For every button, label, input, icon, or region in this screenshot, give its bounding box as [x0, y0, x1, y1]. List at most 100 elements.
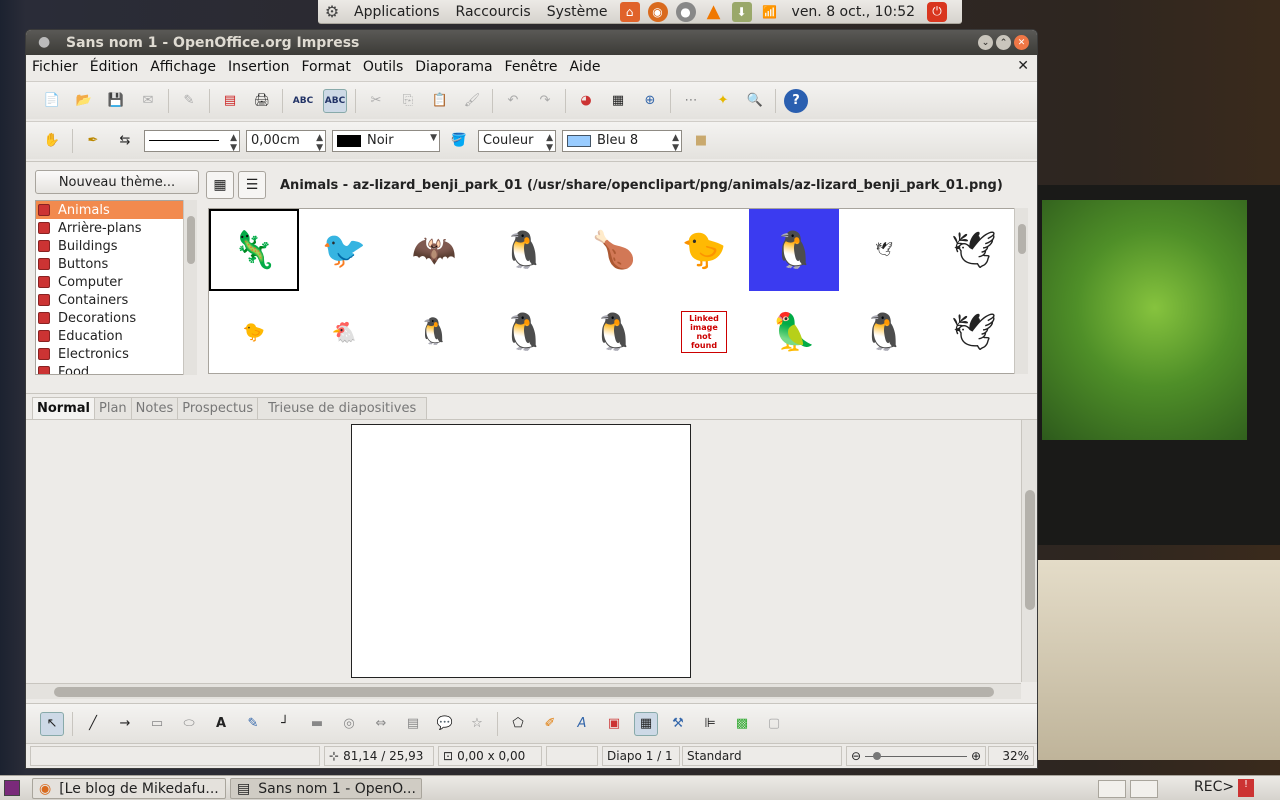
paste-icon[interactable]: 📋 — [428, 89, 452, 113]
theme-item-decorations[interactable]: Decorations — [36, 309, 196, 327]
detail-view-button[interactable]: ☰ — [238, 171, 266, 199]
tab-notes[interactable]: Notes — [130, 397, 179, 419]
align-icon[interactable]: ⊫ — [698, 712, 722, 736]
slide-canvas[interactable] — [351, 424, 691, 678]
thumb-penguin-blue[interactable]: 🐧 — [749, 209, 839, 291]
callouts-icon[interactable]: 💬 — [433, 712, 457, 736]
thumb-tux-small[interactable]: 🐧 — [389, 291, 479, 373]
cut-icon[interactable]: ✂ — [364, 89, 388, 113]
zoom-icon[interactable]: 🔍 — [743, 89, 767, 113]
help-icon[interactable]: ? — [784, 88, 808, 113]
undo-icon[interactable]: ↶ — [501, 89, 525, 113]
line-tool-icon[interactable]: ╱ — [81, 712, 105, 736]
flowchart-icon[interactable]: ▤ — [401, 712, 425, 736]
close-document-icon[interactable]: ✕ — [1017, 58, 1029, 74]
theme-item-containers[interactable]: Containers — [36, 291, 196, 309]
effects-icon[interactable]: ⚒ — [666, 712, 690, 736]
rec-label[interactable]: REC> — [1194, 779, 1234, 795]
area-icon[interactable]: 🪣 — [447, 129, 471, 153]
menu-fichier[interactable]: Fichier — [26, 59, 84, 75]
curve-icon[interactable]: ✎ — [241, 712, 265, 736]
menu-diaporama[interactable]: Diaporama — [409, 59, 498, 75]
theme-item-buttons[interactable]: Buttons — [36, 255, 196, 273]
gallery-scrollbar[interactable] — [1014, 208, 1028, 374]
wifi-icon[interactable]: 📶 — [760, 2, 780, 22]
thumb-cormorant[interactable]: 🐦 — [299, 209, 389, 291]
ellipse-icon[interactable]: ⬭ — [177, 712, 201, 736]
redo-icon[interactable]: ↷ — [533, 89, 557, 113]
horizontal-scrollbar[interactable] — [26, 683, 1021, 699]
zoom-in-icon[interactable]: ⊕ — [971, 749, 981, 763]
thumb-puffin[interactable]: 🐧 — [479, 209, 569, 291]
fontwork-icon[interactable]: A — [570, 712, 594, 736]
new-theme-button[interactable]: Nouveau thème... — [35, 170, 199, 194]
workspace-1[interactable] — [1098, 780, 1126, 798]
tab-plan[interactable]: Plan — [94, 397, 132, 419]
menu-fenetre[interactable]: Fenêtre — [499, 59, 564, 75]
panel-clock[interactable]: ven. 8 oct., 10:52 — [784, 4, 923, 20]
rectangle-icon[interactable]: ▭ — [145, 712, 169, 736]
symbol-shapes-icon[interactable]: ◎ — [337, 712, 361, 736]
line-icon[interactable]: ✒ — [81, 129, 105, 153]
thumb-hen[interactable]: 🐔 — [299, 291, 389, 373]
thumb-small-bird[interactable]: 🐤 — [209, 291, 299, 373]
thumb-bat[interactable]: 🦇 — [389, 209, 479, 291]
tab-prospectus[interactable]: Prospectus — [177, 397, 259, 419]
menu-insertion[interactable]: Insertion — [222, 59, 295, 75]
line-style-select[interactable]: ▲ ▼ — [144, 129, 240, 153]
thumb-penguin-standing[interactable]: 🐧 — [569, 291, 659, 373]
power-icon[interactable]: ⏻ — [927, 1, 948, 22]
theme-item-food[interactable]: Food — [36, 363, 196, 374]
panel-menu-raccourcis[interactable]: Raccourcis — [448, 4, 539, 20]
menu-edition[interactable]: Édition — [84, 59, 144, 75]
theme-item-education[interactable]: Education — [36, 327, 196, 345]
from-file-icon[interactable]: ▣ — [602, 712, 626, 736]
show-desktop-icon[interactable] — [4, 780, 20, 796]
edit-file-icon[interactable]: ✎ — [177, 89, 201, 113]
theme-item-animals[interactable]: Animals — [36, 201, 196, 219]
tab-normal[interactable]: Normal — [32, 397, 95, 419]
gallery-toggle-icon[interactable]: ▦ — [634, 711, 658, 736]
connector-icon[interactable]: ┘ — [273, 712, 297, 736]
thumb-penguin-black[interactable]: 🐧 — [839, 291, 929, 373]
line-width-input[interactable]: 0,00cm ▲ ▼ — [246, 129, 326, 153]
menu-aide[interactable]: Aide — [563, 59, 606, 75]
menu-format[interactable]: Format — [295, 59, 356, 75]
close-window-icon[interactable]: ✕ — [1014, 35, 1029, 50]
area-color-select[interactable]: Bleu 8 ▲ ▼ — [562, 129, 682, 153]
rec-icon[interactable]: ! — [1238, 779, 1254, 797]
arrow-style-icon[interactable]: ⇆ — [113, 129, 137, 153]
thumb-broken-link[interactable]: Linked image not found — [659, 291, 749, 373]
maximize-icon[interactable]: ⌃ — [996, 35, 1011, 50]
theme-list-scrollbar[interactable] — [183, 200, 197, 375]
vertical-scrollbar[interactable] — [1021, 420, 1037, 682]
workspace-2[interactable] — [1130, 780, 1158, 798]
theme-item-electronics[interactable]: Electronics — [36, 345, 196, 363]
block-arrows-icon[interactable]: ⇔ — [369, 712, 393, 736]
print-icon[interactable]: 🖨 — [250, 89, 274, 113]
open-icon[interactable]: 📂 — [72, 89, 96, 113]
zoom-slider[interactable]: ⊖ ⊕ — [846, 746, 986, 766]
email-icon[interactable]: ✉ — [136, 89, 160, 113]
firefox-icon[interactable]: ◉ — [647, 1, 668, 22]
copy-icon[interactable]: ⎘ — [396, 89, 420, 113]
clone-format-icon[interactable]: 🖌 — [460, 89, 484, 113]
icon-view-button[interactable]: ▦ — [206, 171, 234, 199]
ubuntu-logo-icon[interactable]: ⚙ — [322, 2, 342, 22]
arrange-icon[interactable]: ▩ — [730, 712, 754, 736]
window-menu-icon[interactable]: ● — [38, 34, 50, 50]
menu-affichage[interactable]: Affichage — [144, 59, 222, 75]
theme-list[interactable]: Animals Arrière-plans Buildings Buttons … — [35, 200, 197, 375]
status-zoom[interactable]: 32% — [988, 746, 1034, 766]
thumb-parrot[interactable]: 🐤 — [659, 209, 749, 291]
points-icon[interactable]: ⬠ — [506, 712, 530, 736]
text-tool-icon[interactable]: A — [209, 712, 233, 736]
task-impress[interactable]: ▤ Sans nom 1 - OpenO... — [230, 778, 422, 799]
table-icon[interactable]: ▦ — [606, 89, 630, 113]
gallery-icon[interactable]: ✦ — [711, 89, 735, 113]
home-icon[interactable]: ⌂ — [619, 1, 640, 22]
save-icon[interactable]: 💾 — [104, 89, 128, 113]
panel-menu-applications[interactable]: Applications — [346, 4, 448, 20]
minimize-icon[interactable]: ⌄ — [978, 35, 993, 50]
thumb-bird-sketch[interactable]: 🦜 — [749, 291, 839, 373]
